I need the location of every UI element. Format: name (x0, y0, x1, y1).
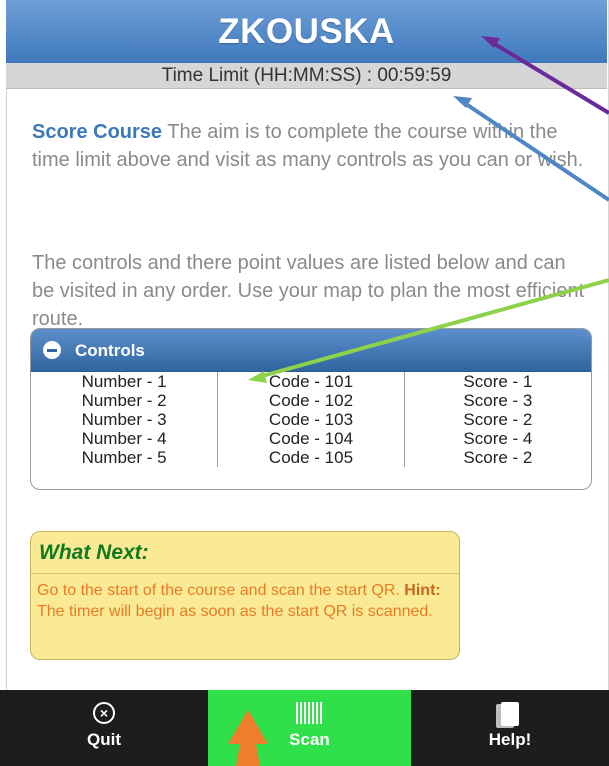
control-code: Code - 105 (217, 448, 405, 467)
what-next-text-a: Go to the start of the course and scan t… (37, 582, 405, 599)
control-score: Score - 4 (403, 429, 591, 448)
control-score: Score - 1 (403, 372, 591, 391)
book-icon (501, 702, 519, 726)
control-number: Number - 4 (81, 429, 167, 448)
quit-button[interactable]: × Quit (0, 690, 208, 766)
scan-button[interactable]: Scan (208, 690, 411, 766)
footer-toolbar: × Quit Scan Help! (0, 690, 609, 766)
control-number: Number - 1 (81, 372, 167, 391)
quit-label: Quit (87, 730, 121, 749)
help-button[interactable]: Help! (411, 690, 609, 766)
hint-label: Hint: (404, 582, 441, 599)
intro-paragraph: Score Course The aim is to complete the … (32, 118, 592, 174)
table-row: Number - 5 Code - 105 Score - 2 (31, 448, 591, 467)
what-next-title: What Next: (39, 541, 149, 564)
course-type-label: Score Course (32, 121, 163, 143)
control-score: Score - 2 (403, 448, 591, 467)
time-limit-bar: Time Limit (HH:MM:SS) : 00:59:59 (6, 63, 607, 89)
control-score: Score - 2 (403, 410, 591, 429)
controls-toggle[interactable]: Controls (31, 329, 591, 372)
table-row: Number - 2 Code - 102 Score - 3 (31, 391, 591, 410)
close-circle-icon: × (93, 702, 115, 724)
table-row: Number - 4 Code - 104 Score - 4 (31, 429, 591, 448)
what-next-panel: What Next: Go to the start of the course… (30, 531, 460, 660)
control-number: Number - 3 (81, 410, 167, 429)
control-code: Code - 102 (217, 391, 405, 410)
help-label: Help! (488, 730, 532, 749)
table-row: Number - 3 Code - 103 Score - 2 (31, 410, 591, 429)
scan-label: Scan (289, 730, 330, 749)
controls-title: Controls (75, 341, 145, 360)
controls-collapsible: Controls Number - 1 Code - 101 Score - 1… (30, 328, 592, 490)
barcode-icon (295, 702, 324, 724)
collapse-minus-icon (43, 341, 61, 359)
controls-table: Number - 1 Code - 101 Score - 1 Number -… (31, 372, 591, 467)
control-score: Score - 3 (403, 391, 591, 410)
what-next-text-b: The timer will begin as soon as the star… (37, 603, 433, 620)
header-bar: ZKOUSKA (6, 0, 607, 64)
controls-description: The controls and there point values are … (32, 252, 585, 330)
table-row: Number - 1 Code - 101 Score - 1 (31, 372, 591, 391)
control-number: Number - 5 (81, 448, 167, 467)
control-code: Code - 103 (217, 410, 405, 429)
control-number: Number - 2 (81, 391, 167, 410)
page-title: ZKOUSKA (218, 12, 395, 51)
control-code: Code - 104 (217, 429, 405, 448)
control-code: Code - 101 (217, 372, 405, 391)
what-next-text: Go to the start of the course and scan t… (31, 574, 459, 622)
